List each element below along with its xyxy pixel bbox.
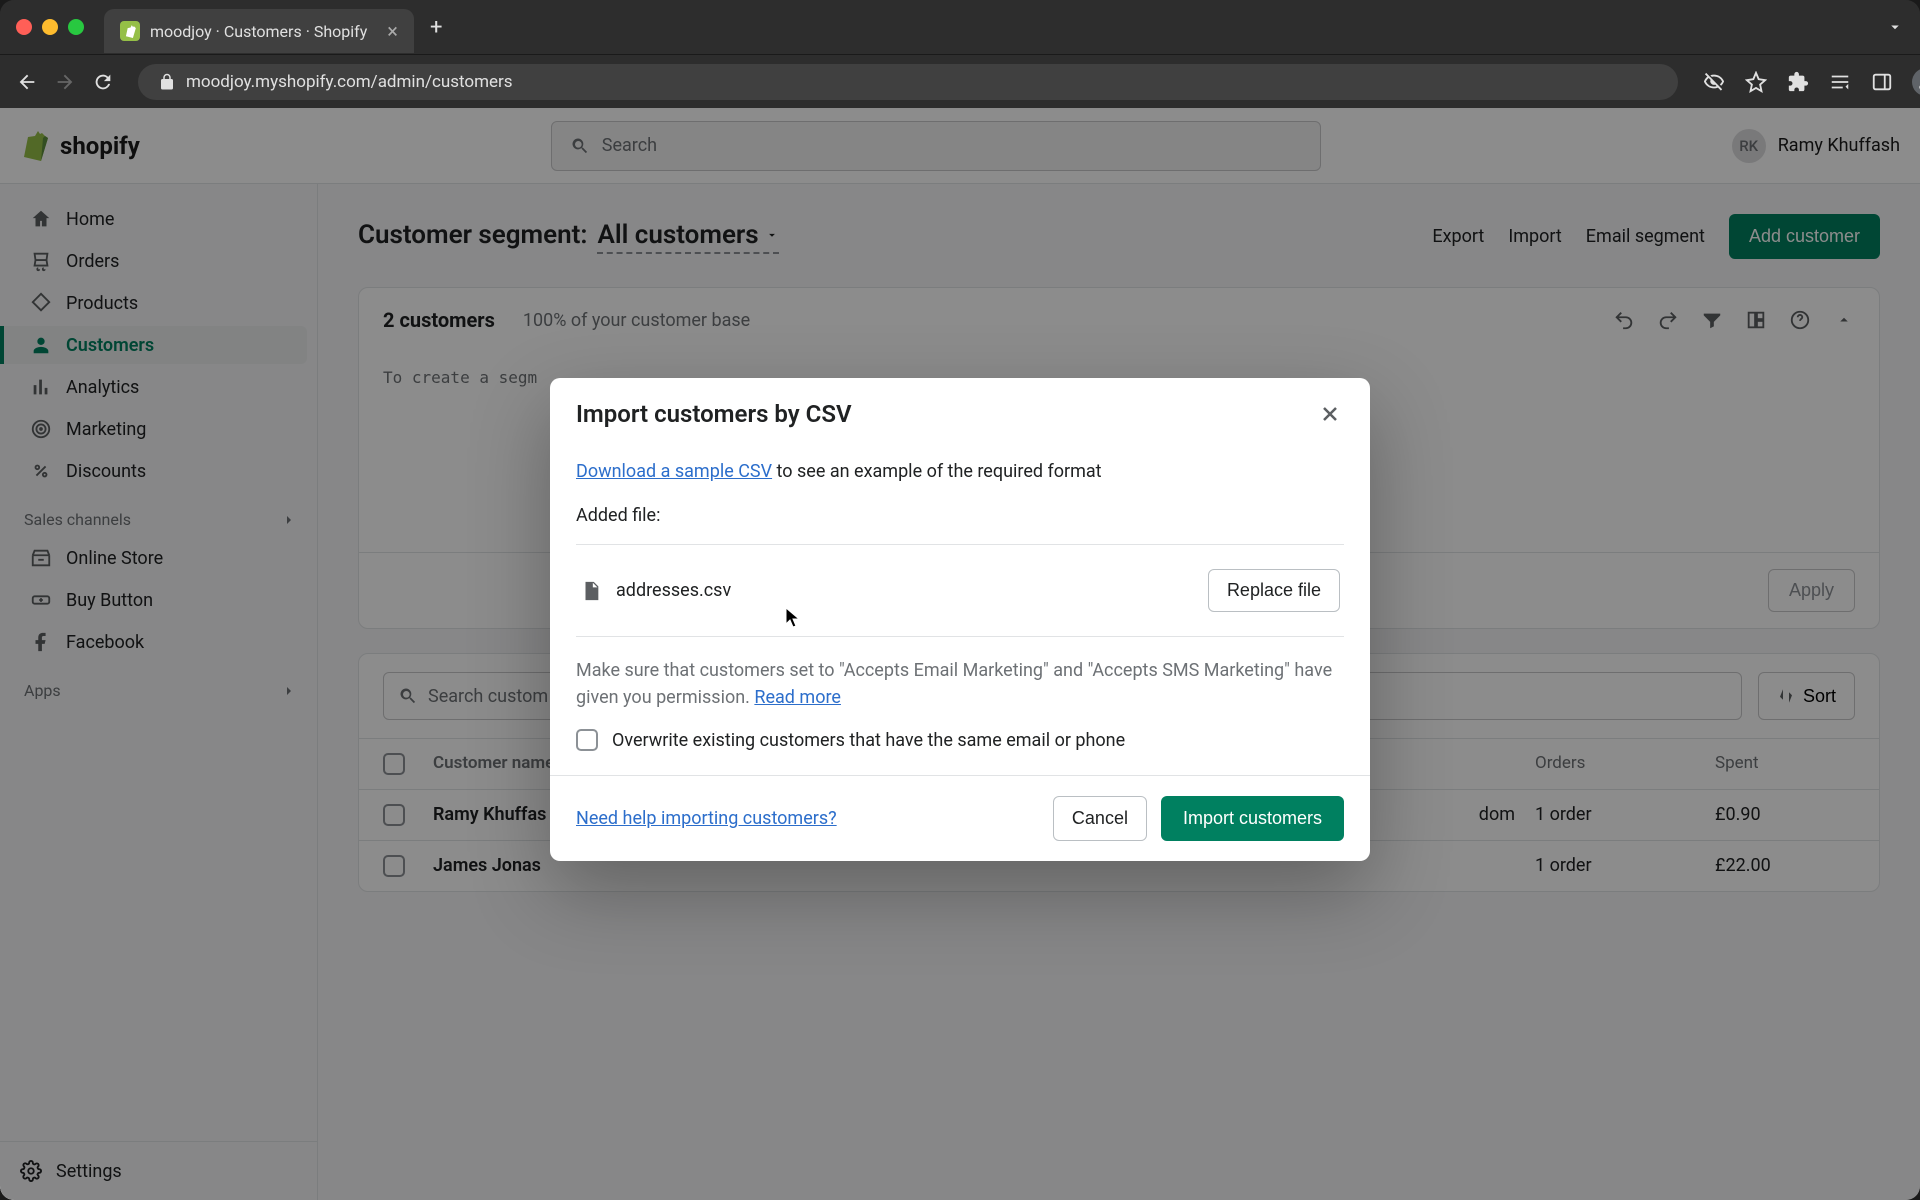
close-icon[interactable]: [1316, 400, 1344, 428]
extensions-icon[interactable]: [1786, 70, 1810, 94]
forward-button[interactable]: [54, 70, 76, 94]
window-close-icon[interactable]: [16, 19, 32, 35]
incognito-icon: [1912, 68, 1920, 96]
star-icon[interactable]: [1744, 70, 1768, 94]
reload-button[interactable]: [92, 70, 114, 94]
window-minimize-icon[interactable]: [42, 19, 58, 35]
url-text: moodjoy.myshopify.com/admin/customers: [186, 72, 513, 92]
overwrite-checkbox[interactable]: [576, 729, 598, 751]
new-tab-icon[interactable]: +: [430, 15, 442, 40]
replace-file-button[interactable]: Replace file: [1208, 569, 1340, 612]
tab-close-icon[interactable]: ×: [387, 19, 398, 43]
overwrite-label: Overwrite existing customers that have t…: [612, 730, 1125, 751]
eye-off-icon[interactable]: [1702, 70, 1726, 94]
added-file-label: Added file:: [576, 505, 1344, 526]
tab-title: moodjoy · Customers · Shopify: [150, 22, 367, 41]
app-viewport: shopify Search RK Ramy Khuffash Home Ord…: [0, 108, 1920, 1200]
window-maximize-icon[interactable]: [68, 19, 84, 35]
browser-tab-bar: moodjoy · Customers · Shopify × +: [0, 0, 1920, 54]
shopify-favicon-icon: [120, 21, 140, 41]
download-sample-link[interactable]: Download a sample CSV: [576, 461, 772, 482]
file-icon: [580, 580, 602, 602]
import-customers-button[interactable]: Import customers: [1161, 796, 1344, 841]
back-button[interactable]: [16, 70, 38, 94]
lock-icon: [158, 73, 176, 91]
cancel-button[interactable]: Cancel: [1053, 796, 1147, 841]
modal-overlay[interactable]: Import customers by CSV Download a sampl…: [0, 108, 1920, 1200]
import-modal: Import customers by CSV Download a sampl…: [550, 378, 1370, 861]
browser-tab[interactable]: moodjoy · Customers · Shopify ×: [104, 9, 414, 53]
file-row: addresses.csv Replace file: [576, 544, 1344, 637]
filename: addresses.csv: [616, 580, 731, 601]
window-controls: [16, 19, 84, 35]
tabs-menu-icon[interactable]: [1886, 18, 1904, 36]
read-more-link[interactable]: Read more: [754, 687, 841, 708]
reading-list-icon[interactable]: [1828, 70, 1852, 94]
browser-url-bar: moodjoy.myshopify.com/admin/customers: [0, 54, 1920, 108]
modal-title: Import customers by CSV: [576, 400, 852, 428]
side-panel-icon[interactable]: [1870, 70, 1894, 94]
help-link[interactable]: Need help importing customers?: [576, 808, 837, 829]
incognito-badge[interactable]: Incognito: [1912, 68, 1920, 96]
url-field[interactable]: moodjoy.myshopify.com/admin/customers: [138, 64, 1678, 100]
